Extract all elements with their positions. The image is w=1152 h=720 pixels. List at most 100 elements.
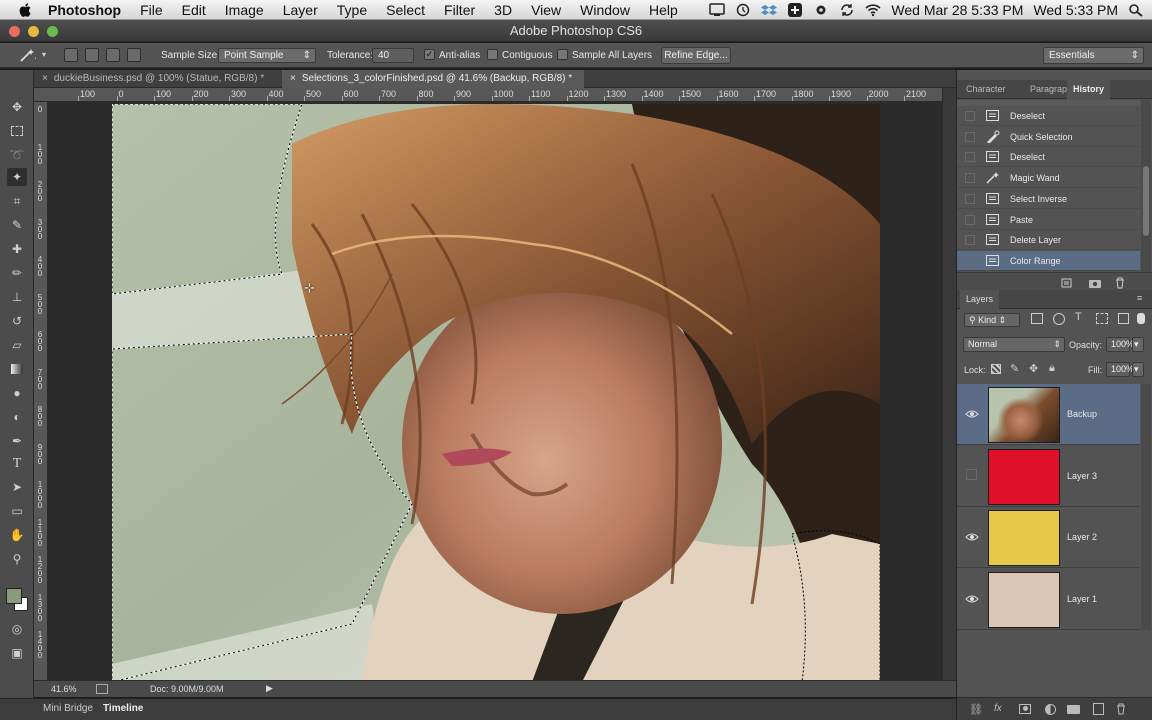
filter-shape-icon[interactable] bbox=[1096, 313, 1108, 324]
tab-mini-bridge[interactable]: Mini Bridge bbox=[43, 703, 93, 714]
sample-all-layers-checkbox[interactable] bbox=[557, 49, 568, 60]
blur-tool-icon[interactable]: ● bbox=[7, 384, 27, 402]
menu-layer[interactable]: Layer bbox=[283, 0, 318, 20]
history-source-checkbox[interactable] bbox=[965, 193, 975, 204]
filter-type-icon[interactable]: T bbox=[1075, 311, 1082, 323]
layers-scrollbar[interactable] bbox=[1141, 384, 1151, 630]
history-item[interactable]: Paste bbox=[957, 210, 1140, 230]
new-layer-icon[interactable] bbox=[1093, 703, 1104, 715]
history-item[interactable]: Delete Layer bbox=[957, 230, 1140, 251]
intersect-selection-icon[interactable] bbox=[127, 48, 141, 62]
history-source-checkbox[interactable] bbox=[965, 111, 975, 121]
path-selection-tool-icon[interactable]: ➤ bbox=[7, 478, 27, 496]
menu-image[interactable]: Image bbox=[225, 0, 264, 20]
link-layers-icon[interactable]: ⛓ bbox=[969, 703, 983, 716]
document-canvas[interactable] bbox=[112, 104, 880, 680]
document-size[interactable]: Doc: 9.00M/9.00M bbox=[150, 684, 224, 694]
menu-select[interactable]: Select bbox=[386, 0, 425, 20]
tab-selections-color-finished[interactable]: × Selections_3_colorFinished.psd @ 41.6% … bbox=[282, 70, 584, 88]
menu-view[interactable]: View bbox=[531, 0, 561, 20]
layer-thumbnail[interactable] bbox=[988, 510, 1060, 566]
dropbox-icon[interactable] bbox=[761, 3, 778, 17]
new-document-from-state-icon[interactable] bbox=[1060, 277, 1074, 289]
lock-transparent-icon[interactable] bbox=[991, 364, 1001, 374]
magic-wand-tool-icon[interactable]: ✦ bbox=[7, 168, 27, 186]
type-tool-icon[interactable]: T bbox=[7, 455, 27, 473]
opacity-dropdown-icon[interactable]: ▾ bbox=[1132, 337, 1144, 352]
fill-dropdown-icon[interactable]: ▾ bbox=[1132, 362, 1144, 377]
menu-photoshop[interactable]: Photoshop bbox=[48, 0, 121, 20]
spotlight-search-icon[interactable] bbox=[1128, 3, 1144, 17]
menu-help[interactable]: Help bbox=[649, 0, 678, 20]
history-item[interactable]: Select Inverse bbox=[957, 189, 1140, 209]
foreground-color-swatch[interactable] bbox=[6, 588, 22, 604]
clone-stamp-tool-icon[interactable]: ⊥ bbox=[7, 288, 27, 306]
export-icon[interactable] bbox=[96, 684, 108, 694]
close-tab-icon[interactable]: × bbox=[42, 73, 48, 84]
camera-snapshot-icon[interactable] bbox=[1088, 277, 1102, 289]
layer-style-fx-icon[interactable]: fx bbox=[994, 703, 1002, 714]
menu-3d[interactable]: 3D bbox=[494, 0, 512, 20]
visibility-eye-icon[interactable] bbox=[965, 531, 979, 543]
visibility-eye-icon[interactable] bbox=[965, 593, 979, 605]
gear-icon[interactable] bbox=[813, 3, 829, 17]
layer-thumbnail[interactable] bbox=[988, 571, 1060, 628]
filter-smart-object-icon[interactable] bbox=[1118, 313, 1129, 324]
menu-type[interactable]: Type bbox=[337, 0, 367, 20]
history-brush-tool-icon[interactable]: ↺ bbox=[7, 312, 27, 330]
gradient-tool-icon[interactable] bbox=[7, 360, 27, 378]
tab-duckie-business[interactable]: × duckieBusiness.psd @ 100% (Statue, RGB/… bbox=[34, 70, 282, 88]
contiguous-checkbox[interactable] bbox=[487, 49, 498, 60]
layer-filter-kind-select[interactable]: ⚲ Kind ⇕ bbox=[964, 313, 1020, 327]
status-menu-arrow-icon[interactable]: ▶ bbox=[266, 683, 273, 694]
eraser-tool-icon[interactable]: ▱ bbox=[7, 336, 27, 354]
layer-row[interactable]: Layer 2 bbox=[957, 507, 1140, 568]
rectangle-tool-icon[interactable]: ▭ bbox=[7, 502, 27, 520]
panel-menu-icon[interactable]: ≡ bbox=[1137, 293, 1142, 303]
hand-tool-icon[interactable]: ✋ bbox=[7, 526, 27, 544]
tab-layers[interactable]: Layers bbox=[960, 290, 1000, 309]
trash-icon[interactable] bbox=[1115, 703, 1127, 715]
visibility-eye-icon[interactable] bbox=[965, 408, 979, 420]
blend-mode-select[interactable]: Normal ⇕ bbox=[963, 337, 1065, 352]
history-item[interactable]: Magic Wand bbox=[957, 168, 1140, 189]
add-to-selection-icon[interactable] bbox=[85, 48, 99, 62]
time-machine-icon[interactable] bbox=[735, 3, 751, 17]
menu-window[interactable]: Window bbox=[580, 0, 630, 20]
quick-mask-icon[interactable]: ◎ bbox=[7, 620, 27, 638]
dodge-tool-icon[interactable]: ◐ bbox=[7, 408, 27, 426]
folder-group-icon[interactable] bbox=[1067, 705, 1080, 714]
subtract-from-selection-icon[interactable] bbox=[106, 48, 120, 62]
lock-pixels-icon[interactable]: ✎ bbox=[1010, 362, 1019, 375]
fill-input[interactable]: 100% bbox=[1106, 362, 1134, 377]
tool-preset-arrow-icon[interactable]: ▾ bbox=[42, 50, 46, 59]
menu-edit[interactable]: Edit bbox=[182, 0, 206, 20]
history-source-checkbox[interactable] bbox=[965, 255, 975, 266]
zoom-level[interactable]: 41.6% bbox=[51, 684, 77, 694]
zoom-tool-icon[interactable]: ⚲ bbox=[7, 550, 27, 568]
opacity-input[interactable]: 100% bbox=[1106, 337, 1134, 352]
filter-adjustment-icon[interactable] bbox=[1053, 313, 1065, 325]
layer-thumbnail[interactable] bbox=[988, 448, 1060, 505]
wifi-icon[interactable] bbox=[865, 3, 881, 17]
apple-menu-icon[interactable] bbox=[18, 2, 34, 18]
move-tool-icon[interactable]: ✥ bbox=[7, 98, 27, 116]
tolerance-input[interactable]: 40 bbox=[372, 48, 414, 63]
visibility-toggle[interactable] bbox=[966, 468, 977, 480]
lock-all-icon[interactable]: 🔒︎ bbox=[1049, 362, 1055, 375]
layer-row[interactable]: Layer 1 bbox=[957, 569, 1140, 630]
eyedropper-tool-icon[interactable]: ✎ bbox=[7, 216, 27, 234]
history-source-checkbox[interactable] bbox=[965, 131, 975, 142]
history-item[interactable]: Color Range bbox=[957, 250, 1140, 271]
tab-character[interactable]: Character bbox=[960, 80, 1012, 99]
trash-icon[interactable] bbox=[1114, 277, 1126, 289]
adjustment-layer-icon[interactable] bbox=[1045, 704, 1056, 715]
screen-mode-icon[interactable]: ▣ bbox=[7, 644, 27, 662]
close-tab-icon[interactable]: × bbox=[290, 73, 296, 84]
history-source-checkbox[interactable] bbox=[965, 235, 975, 246]
layer-row[interactable]: Layer 3 bbox=[957, 446, 1140, 507]
healing-brush-tool-icon[interactable]: ✚ bbox=[7, 240, 27, 258]
history-scrollbar[interactable] bbox=[1141, 100, 1151, 272]
screen-icon[interactable] bbox=[709, 3, 726, 17]
history-source-checkbox[interactable] bbox=[965, 214, 975, 225]
